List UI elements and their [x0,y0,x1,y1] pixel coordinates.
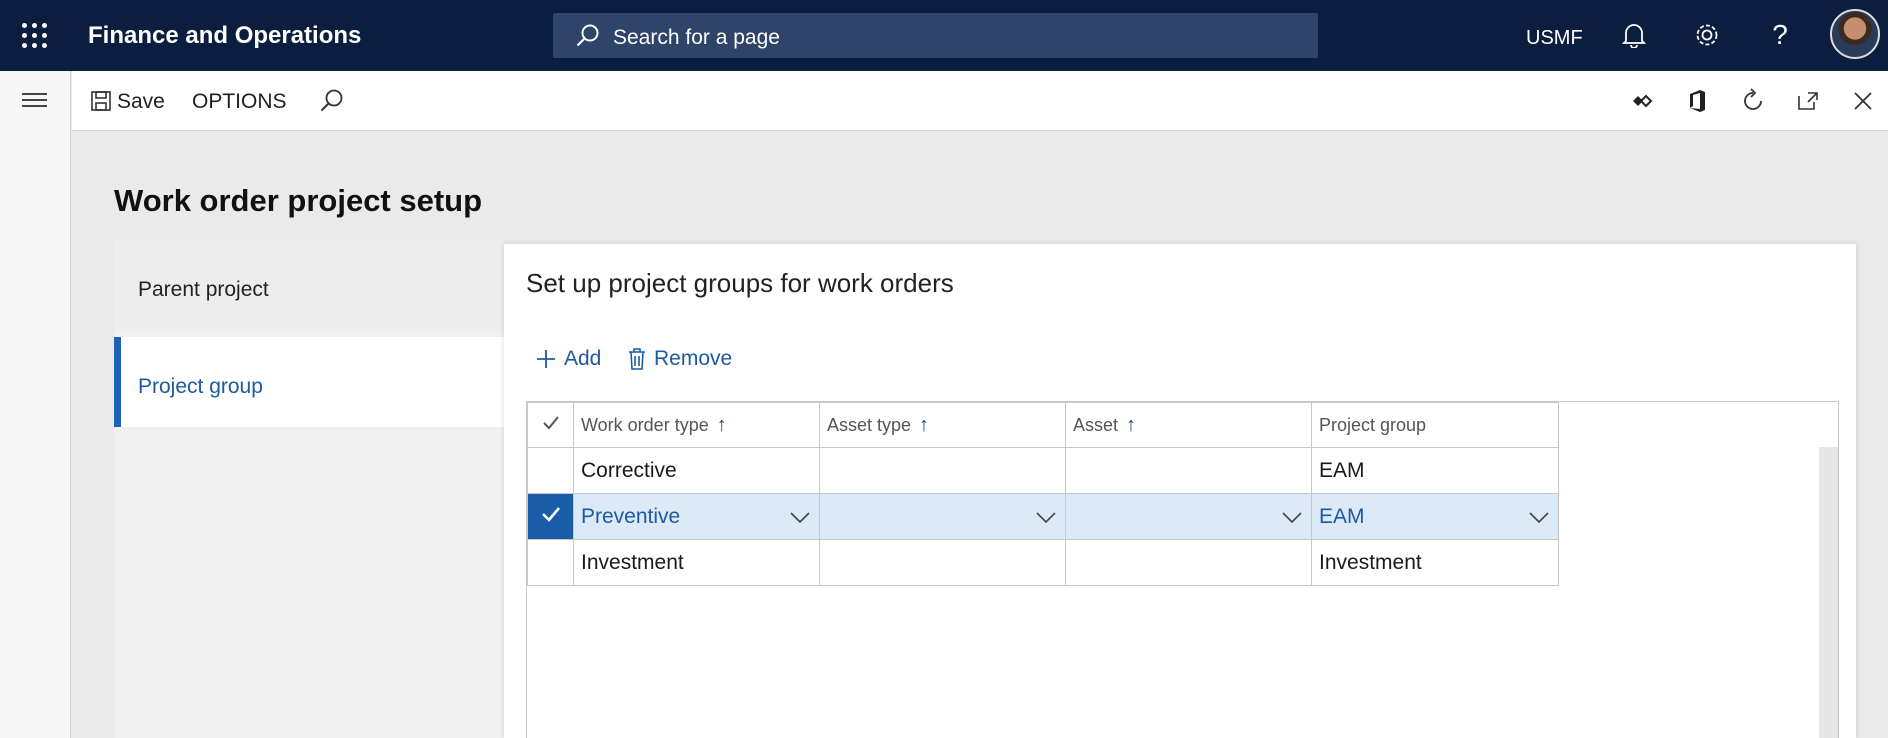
navigation-rail [0,71,71,738]
search-placeholder: Search for a page [613,26,780,49]
column-label: Work order type [581,414,709,435]
power-apps-icon[interactable] [1627,86,1657,116]
chevron-down-icon[interactable] [789,506,811,528]
cell-asset[interactable] [1065,447,1312,494]
column-label: Asset type [827,414,912,435]
add-button[interactable]: Add [536,347,601,371]
cell-value: EAM [1319,504,1365,528]
column-header-asset[interactable]: Asset ↑ [1065,402,1312,448]
office-icon[interactable] [1682,86,1712,116]
checkmark-icon [541,506,560,522]
page-title: Work order project setup [114,183,483,218]
refresh-icon[interactable] [1738,86,1768,116]
chevron-down-icon[interactable] [1281,506,1303,528]
search-icon[interactable] [317,86,347,116]
cell-asset[interactable] [1065,539,1312,586]
search-icon [576,24,599,47]
cell-project-group-dropdown[interactable]: EAM [1311,493,1559,540]
table-row[interactable]: Investment Investment [527,539,1559,586]
action-pane: Save OPTIONS [72,71,1888,131]
plus-icon [537,350,555,368]
vertical-tabs: Parent project Project group [114,240,504,738]
select-all-checkbox[interactable] [527,402,574,448]
column-label: Asset [1073,414,1119,435]
table-row-selected[interactable]: Preventive EAM [527,493,1559,540]
top-navigation-bar: Finance and Operations Search for a page… [0,0,1888,71]
trash-icon [629,348,645,370]
cell-project-group[interactable]: EAM [1311,447,1559,494]
add-label: Add [564,347,602,370]
hamburger-menu-icon[interactable] [22,93,47,111]
project-group-panel: Set up project groups for work orders Ad… [504,244,1856,738]
remove-button[interactable]: Remove [628,347,732,371]
grid-header-row: Work order type ↑ Asset type ↑ Asset ↑ Proj… [527,402,1559,448]
cell-asset-type[interactable] [819,447,1066,494]
cell-work-order-type-dropdown[interactable]: Preventive [573,493,820,540]
column-header-asset-type[interactable]: Asset type ↑ [819,402,1066,448]
column-header-project-group[interactable]: Project group [1311,402,1559,448]
app-title[interactable]: Finance and Operations [88,22,361,50]
cell-value: Preventive [581,504,681,528]
tab-parent-project[interactable]: Parent project [114,240,504,330]
search-input[interactable]: Search for a page [553,13,1318,58]
chevron-down-icon[interactable] [1035,506,1057,528]
remove-label: Remove [654,347,733,370]
vertical-scrollbar[interactable] [1819,447,1838,738]
help-icon[interactable]: ? [1763,18,1797,52]
cell-asset-type-dropdown[interactable] [819,493,1066,540]
avatar[interactable] [1830,9,1880,59]
save-icon [86,86,116,116]
column-label: Project group [1319,414,1427,435]
bell-icon[interactable] [1617,18,1651,52]
column-header-work-order-type[interactable]: Work order type ↑ [573,402,820,448]
company-picker[interactable]: USMF [1526,27,1583,50]
table-row[interactable]: Corrective EAM [527,447,1559,494]
sort-ascending-icon: ↑ [716,413,727,436]
gear-icon[interactable] [1690,18,1724,52]
row-select-checkbox[interactable] [527,493,574,540]
chevron-down-icon[interactable] [1528,506,1550,528]
cell-asset-type[interactable] [819,539,1066,586]
panel-title: Set up project groups for work orders [526,268,954,298]
tab-project-group[interactable]: Project group [114,337,504,427]
close-icon[interactable] [1848,86,1878,116]
cell-work-order-type[interactable]: Corrective [573,447,820,494]
cell-work-order-type[interactable]: Investment [573,539,820,586]
sort-ascending-icon: ↑ [919,413,930,436]
cell-project-group[interactable]: Investment [1311,539,1559,586]
row-select-checkbox[interactable] [527,539,574,586]
checkmark-icon [542,415,559,429]
open-in-new-window-icon[interactable] [1793,86,1823,116]
options-button[interactable]: OPTIONS [192,90,287,114]
save-button[interactable]: Save [117,90,165,114]
app-launcher-icon[interactable] [22,23,48,49]
cell-asset-dropdown[interactable] [1065,493,1312,540]
project-group-grid: Work order type ↑ Asset type ↑ Asset ↑ Proj… [526,401,1839,738]
row-select-checkbox[interactable] [527,447,574,494]
sort-ascending-icon: ↑ [1126,413,1137,436]
